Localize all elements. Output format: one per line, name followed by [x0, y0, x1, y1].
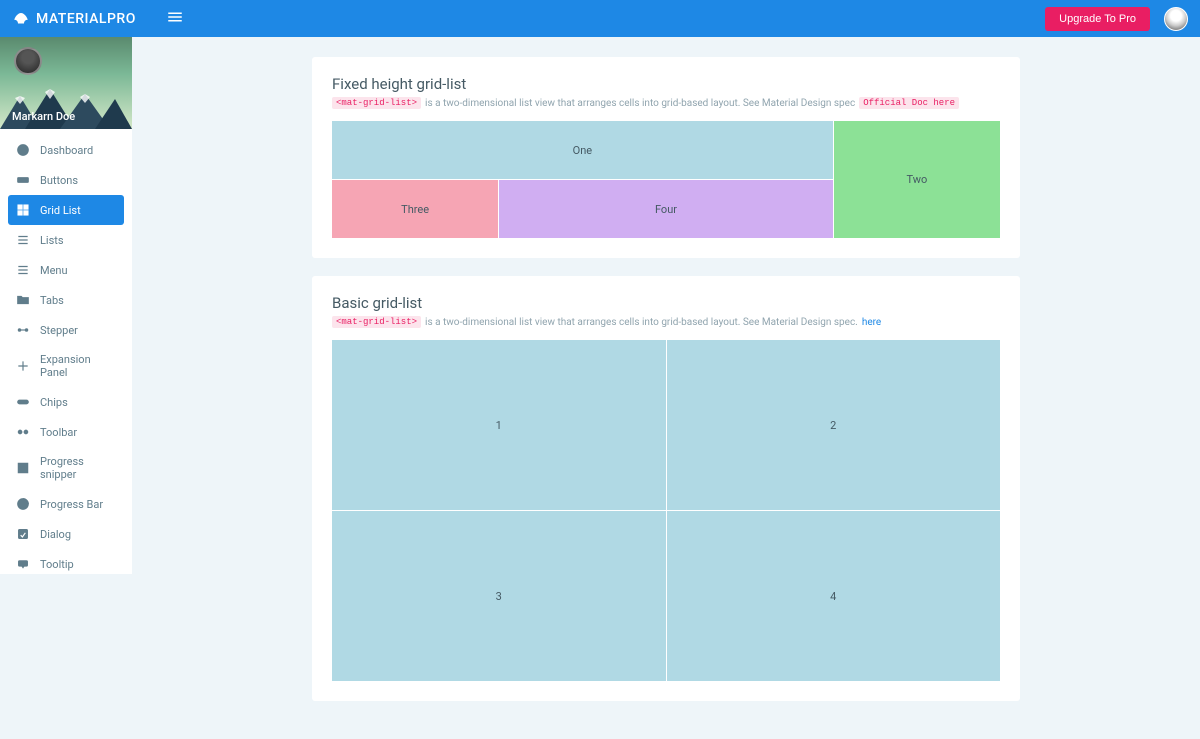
card-desc: is a two-dimensional list view that arra… [425, 98, 855, 109]
upgrade-button[interactable]: Upgrade To Pro [1045, 7, 1150, 31]
card-subtitle: <mat-grid-list> is a two-dimensional lis… [332, 316, 1000, 328]
sidebar-item-label: Progress snipper [40, 455, 116, 481]
card-title: Basic grid-list [332, 294, 1000, 312]
spinner-icon [16, 461, 30, 475]
grid-icon [16, 203, 30, 217]
sidebar-item-tooltip[interactable]: Tooltip [8, 549, 124, 574]
sidebar-item-label: Dialog [40, 528, 71, 541]
main-content: Fixed height grid-list <mat-grid-list> i… [132, 37, 1200, 739]
sidebar: Markarn Doe Dashboard Buttons Grid List Lis… [0, 37, 132, 574]
sidebar-item-toolbar[interactable]: Toolbar [8, 417, 124, 447]
sidebar-item-tabs[interactable]: Tabs [8, 285, 124, 315]
sidebar-item-stepper[interactable]: Stepper [8, 315, 124, 345]
menu-icon [16, 263, 30, 277]
sidebar-user-name: Markarn Doe [12, 110, 75, 123]
sidebar-item-expansion-panel[interactable]: Expansion Panel [8, 345, 124, 387]
topbar: MATERIALPRO Upgrade To Pro [0, 0, 1200, 37]
speedometer-icon [16, 143, 30, 157]
user-avatar-top[interactable] [1164, 7, 1188, 31]
doc-chip[interactable]: Official Doc here [859, 97, 959, 109]
dialog-icon [16, 527, 30, 541]
sidebar-item-lists[interactable]: Lists [8, 225, 124, 255]
sidebar-item-dashboard[interactable]: Dashboard [8, 135, 124, 165]
sidebar-item-label: Stepper [40, 324, 78, 337]
brand-icon [12, 10, 30, 28]
grid-tile-four: Four [499, 180, 833, 238]
fixed-height-grid-card: Fixed height grid-list <mat-grid-list> i… [312, 57, 1020, 258]
sidebar-item-dialog[interactable]: Dialog [8, 519, 124, 549]
grid-tile-two: Two [834, 121, 1000, 238]
sidebar-item-label: Menu [40, 264, 68, 277]
card-desc: is a two-dimensional list view that arra… [425, 317, 858, 328]
sidebar-item-label: Lists [40, 234, 64, 247]
doc-link[interactable]: here [862, 317, 881, 328]
sidebar-item-label: Grid List [40, 204, 81, 217]
brand-text: MATERIALPRO [36, 11, 136, 27]
sidebar-item-label: Dashboard [40, 144, 93, 157]
sidebar-item-label: Progress Bar [40, 498, 103, 511]
hamburger-icon [166, 11, 184, 30]
sidebar-item-chips[interactable]: Chips [8, 387, 124, 417]
sidebar-item-buttons[interactable]: Buttons [8, 165, 124, 195]
sidebar-item-menu[interactable]: Menu [8, 255, 124, 285]
sidebar-item-label: Tooltip [40, 558, 74, 571]
sidebar-item-progress-snipper[interactable]: Progress snipper [8, 447, 124, 489]
stepper-icon [16, 323, 30, 337]
sidebar-nav: Dashboard Buttons Grid List Lists Menu Tabs St… [0, 129, 132, 574]
grid-tile-three: Three [332, 180, 498, 238]
sidebar-user-box: Markarn Doe [0, 37, 132, 129]
code-chip: <mat-grid-list> [332, 316, 421, 328]
sidebar-item-label: Expansion Panel [40, 353, 116, 379]
expand-icon [16, 359, 30, 373]
list-icon [16, 233, 30, 247]
brand[interactable]: MATERIALPRO [12, 10, 136, 28]
rectangle-icon [16, 173, 30, 187]
toolbar-icon [16, 425, 30, 439]
fixed-grid-list: One Two Three Four [332, 121, 1000, 238]
grid-tile-4: 4 [667, 511, 1001, 681]
grid-tile-1: 1 [332, 340, 666, 510]
grid-tile-2: 2 [667, 340, 1001, 510]
sidebar-item-progress-bar[interactable]: Progress Bar [8, 489, 124, 519]
sidebar-item-label: Chips [40, 396, 68, 409]
card-title: Fixed height grid-list [332, 75, 1000, 93]
code-chip: <mat-grid-list> [332, 97, 421, 109]
sidebar-user-avatar[interactable] [14, 47, 42, 75]
basic-grid-list: 1 2 3 4 [332, 340, 1000, 681]
sidebar-item-label: Buttons [40, 174, 78, 187]
sidebar-item-grid-list[interactable]: Grid List [8, 195, 124, 225]
progress-icon [16, 497, 30, 511]
basic-grid-card: Basic grid-list <mat-grid-list> is a two… [312, 276, 1020, 701]
tooltip-icon [16, 557, 30, 571]
chip-icon [16, 395, 30, 409]
menu-toggle-button[interactable] [166, 8, 184, 30]
grid-tile-3: 3 [332, 511, 666, 681]
sidebar-item-label: Tabs [40, 294, 64, 307]
sidebar-item-label: Toolbar [40, 426, 77, 439]
folder-icon [16, 293, 30, 307]
grid-tile-one: One [332, 121, 833, 179]
card-subtitle: <mat-grid-list> is a two-dimensional lis… [332, 97, 1000, 109]
